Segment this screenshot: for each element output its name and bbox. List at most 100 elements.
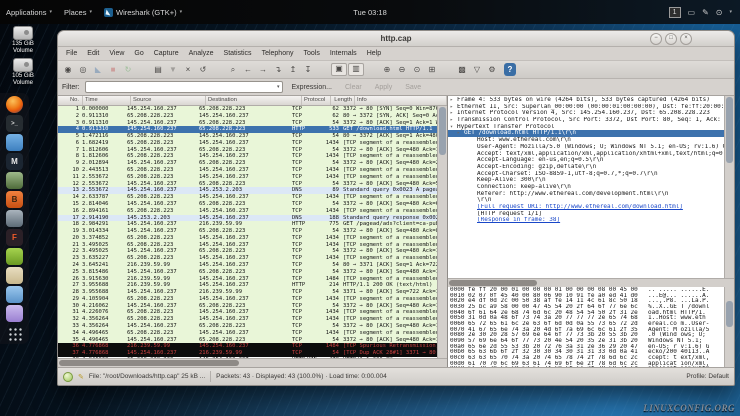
detail-line[interactable]: \r\n	[448, 197, 724, 204]
detail-line[interactable]: ▸ GET /download.html HTTP/1.1\r\n	[448, 130, 724, 137]
filter-dropdown-icon[interactable]: ▾	[277, 84, 280, 90]
menu-item[interactable]: Edit	[82, 50, 104, 57]
packet-row[interactable]: 26 3.915630 216.239.59.99 145.254.160.23…	[58, 276, 437, 283]
expander-icon[interactable]: ▸	[450, 104, 457, 111]
expander-icon[interactable]	[470, 137, 477, 144]
terminal-icon[interactable]: >_	[6, 115, 23, 132]
packet-row[interactable]: 21 3.495025 65.208.228.223 145.254.160.2…	[58, 242, 437, 249]
power-icon[interactable]: ⊙	[716, 8, 723, 17]
packet-row[interactable]: 25 3.815486 145.254.160.237 65.208.228.2…	[58, 269, 437, 276]
detail-line[interactable]: Accept-Encoding: gzip,deflate\r\n	[448, 164, 724, 171]
input-pencil-icon[interactable]: ✎	[702, 8, 709, 17]
menu-item[interactable]: View	[104, 50, 129, 57]
faraday-icon[interactable]: F	[6, 229, 23, 246]
expander-icon[interactable]	[470, 164, 477, 171]
expander-icon[interactable]	[470, 151, 477, 158]
menu-item[interactable]: Tools	[298, 50, 324, 57]
detail-line[interactable]: Host: www.ethereal.com\r\n	[448, 137, 724, 144]
detail-line[interactable]: ▸ Internet Protocol Version 4, Src: 145.…	[448, 110, 724, 117]
packet-row[interactable]: 32 4.356264 65.208.228.223 145.254.160.2…	[58, 316, 437, 323]
clear-button[interactable]: Clear	[341, 84, 366, 91]
detail-line[interactable]: Accept-Charset: ISO-8859-1,utf-8;q=0.7,*…	[448, 171, 724, 178]
detail-line[interactable]: Connection: keep-alive\r\n	[448, 184, 724, 191]
packet-row[interactable]: 10 2.443513 65.208.228.223 145.254.160.2…	[58, 167, 437, 174]
packet-row[interactable]: 36 4.776868 216.239.59.99 145.254.160.23…	[58, 343, 437, 350]
expander-icon[interactable]: ▾	[450, 124, 457, 131]
column-header[interactable]: Time	[83, 96, 131, 105]
packet-row[interactable]: 14 2.633787 65.208.228.223 145.254.160.2…	[58, 194, 437, 201]
menu-item[interactable]: Capture	[149, 50, 184, 57]
packet-row[interactable]: 16 2.894161 65.208.228.223 145.254.160.2…	[58, 208, 437, 215]
menu-item[interactable]: Internals	[325, 50, 362, 57]
expander-icon[interactable]: ▸	[457, 130, 464, 137]
beef-icon[interactable]	[6, 210, 23, 227]
detail-line[interactable]: [Response in frame: 38]	[448, 217, 724, 224]
goto-first-button[interactable]: ↥	[286, 63, 300, 76]
restart-capture-button[interactable]: ↻	[121, 63, 135, 76]
find-packet-button[interactable]: ⌕	[226, 63, 240, 76]
zap-icon[interactable]	[6, 267, 23, 284]
detail-line[interactable]: ▸ Ethernet II, Src: Superlan_00:00:00 (0…	[448, 104, 724, 111]
cherrytree-icon[interactable]	[6, 286, 23, 303]
open-file-button[interactable]: ▤	[151, 63, 165, 76]
volume-desktop-icon[interactable]: 135 GiB Volume	[6, 26, 40, 55]
places-menu[interactable]: Places ▾	[58, 8, 98, 17]
coloring-rules-button[interactable]: ▩	[455, 63, 469, 76]
display-icon[interactable]: ▭	[688, 8, 696, 17]
column-header[interactable]: Protocol	[302, 96, 331, 105]
applications-menu[interactable]: Applications ▾	[0, 8, 58, 17]
detail-line[interactable]: [HTTP request 1/1]	[448, 211, 724, 218]
packet-row[interactable]: 2 0.911310 65.208.228.223 145.254.160.23…	[58, 113, 437, 120]
packet-row[interactable]: 9 2.012894 145.254.160.237 65.208.228.22…	[58, 160, 437, 167]
packet-row[interactable]: 31 4.226076 65.208.228.223 145.254.160.2…	[58, 309, 437, 316]
detail-line[interactable]: Referer: http://www.ethereal.com/develop…	[448, 191, 724, 198]
packet-row[interactable]: 11 2.553672 65.208.228.223 145.254.160.2…	[58, 174, 437, 181]
packet-row[interactable]: 34 4.496465 65.208.228.223 145.254.160.2…	[58, 330, 437, 337]
expander-icon[interactable]: ▸	[450, 110, 457, 117]
packet-list-hscrollbar[interactable]	[58, 358, 447, 367]
expander-icon[interactable]	[470, 157, 477, 164]
metasploit-icon[interactable]: M	[6, 153, 23, 170]
goto-packet-button[interactable]: ↴	[271, 63, 285, 76]
scrollbar-thumb[interactable]	[726, 301, 733, 327]
details-vscrollbar[interactable]	[724, 96, 734, 278]
go-back-button[interactable]: ←	[241, 63, 255, 76]
toolbar-separator[interactable]	[211, 63, 225, 76]
packet-row[interactable]: 19 3.014334 145.254.160.237 65.208.228.2…	[58, 228, 437, 235]
armitage-icon[interactable]	[6, 172, 23, 189]
close-button[interactable]: ×	[680, 33, 692, 45]
volume-desktop-icon[interactable]: 105 GiB Volume	[6, 58, 40, 87]
packet-row[interactable]: 23 3.635227 65.208.228.223 145.254.160.2…	[58, 255, 437, 262]
packet-row[interactable]: 7 1.812606 145.254.160.237 65.208.228.22…	[58, 147, 437, 154]
save-button[interactable]: Save	[401, 84, 425, 91]
expert-info-icon[interactable]	[63, 372, 73, 382]
start-capture-button[interactable]: ◣	[91, 63, 105, 76]
packet-row[interactable]: 12 2.553672 145.254.160.237 65.208.228.2…	[58, 181, 437, 188]
reload-file-button[interactable]: ↺	[196, 63, 210, 76]
burpsuite-icon[interactable]: B	[6, 191, 23, 208]
detail-line[interactable]: ▸ Transmission Control Protocol, Src Por…	[448, 117, 724, 124]
expression-button[interactable]: Expression...	[288, 84, 336, 91]
keepnote-icon[interactable]	[6, 305, 23, 322]
scrollbar-thumb[interactable]	[59, 360, 239, 366]
expander-icon[interactable]	[470, 204, 477, 211]
column-header[interactable]: No.	[58, 96, 83, 105]
capture-comment-pencil-icon[interactable]: ✎	[78, 373, 84, 381]
packet-row[interactable]: 35 4.496465 145.254.160.237 65.208.228.2…	[58, 337, 437, 344]
packet-row[interactable]: 22 3.495025 145.254.160.237 65.208.228.2…	[58, 248, 437, 255]
go-forward-button[interactable]: →	[256, 63, 270, 76]
zoom-100-button[interactable]: ⊙	[410, 63, 424, 76]
toolbar-separator[interactable]	[440, 63, 454, 76]
packet-row[interactable]: 18 2.984291 145.254.160.237 216.239.59.9…	[58, 221, 437, 228]
hex-vscrollbar[interactable]	[724, 287, 734, 367]
packet-row[interactable]: 37 4.776868 145.254.160.237 216.239.59.9…	[58, 350, 437, 357]
packet-row[interactable]: 15 2.814046 145.254.160.237 65.208.228.2…	[58, 201, 437, 208]
save-file-button[interactable]: ▼	[166, 63, 180, 76]
expander-icon[interactable]	[470, 144, 477, 151]
detail-line[interactable]: Accept: text/xml,application/xml,applica…	[448, 151, 724, 158]
detail-line[interactable]: User-Agent: Mozilla/5.0 (Windows; U; Win…	[448, 144, 724, 151]
active-window-menu[interactable]: Wireshark (GTK+) ▾	[98, 8, 188, 17]
expander-icon[interactable]	[470, 184, 477, 191]
resize-columns-button[interactable]: ⊞	[425, 63, 439, 76]
preferences-button[interactable]: ⚙	[485, 63, 499, 76]
